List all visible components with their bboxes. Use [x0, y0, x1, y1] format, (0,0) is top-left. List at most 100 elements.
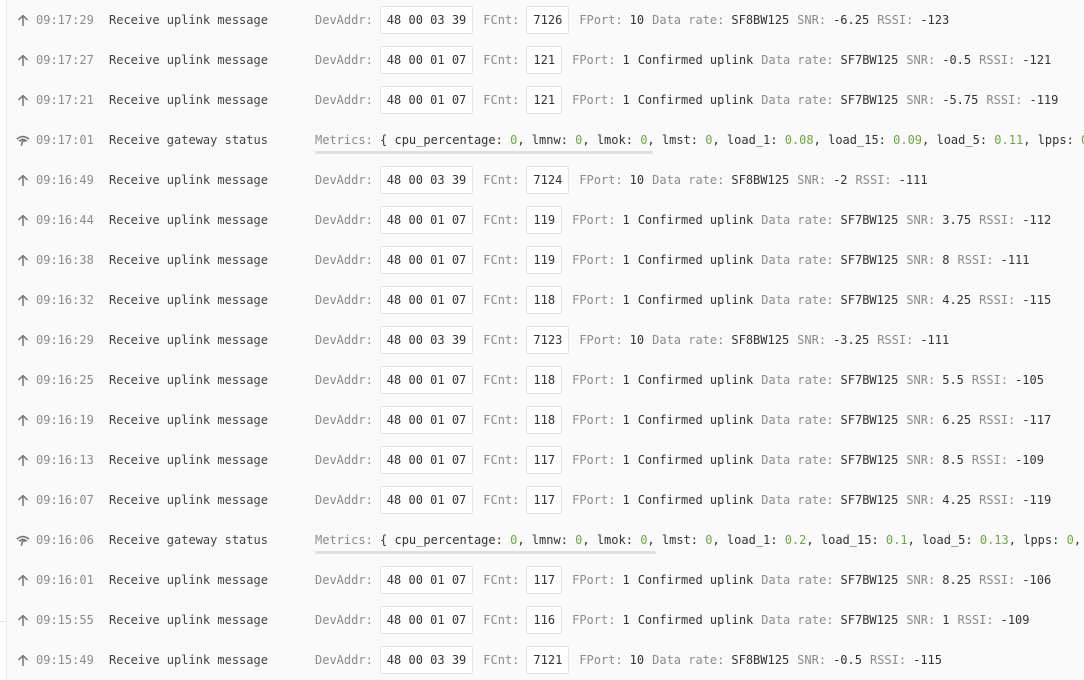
snr-label: SNR:: [797, 13, 827, 27]
devaddr-value[interactable]: 48 00 01 07: [379, 606, 474, 634]
metric-value: 0.1: [885, 533, 908, 547]
metric-key: lpps: [1023, 533, 1053, 547]
metric-key: lmnw: [531, 533, 561, 547]
event-details: DevAddr: 48 00 03 39 FCnt: 7126 FPort: 10 Data…: [315, 6, 949, 34]
fcnt-label: FCnt:: [483, 453, 520, 467]
event-time: 09:17:21: [36, 93, 94, 107]
event-time: 09:16:06: [36, 533, 94, 547]
devaddr-value[interactable]: 48 00 03 39: [379, 326, 474, 354]
fcnt-value[interactable]: 118: [526, 406, 563, 434]
devaddr-label: DevAddr:: [315, 173, 373, 187]
devaddr-label: DevAddr:: [315, 653, 373, 667]
datarate-value: SF7BW125: [840, 493, 899, 507]
fcnt-value[interactable]: 119: [526, 206, 563, 234]
rssi-value: -123: [920, 13, 950, 27]
fcnt-value[interactable]: 119: [526, 246, 563, 274]
metric-key: load_15: [820, 533, 872, 547]
metric-value: 0: [1066, 533, 1074, 547]
devaddr-value[interactable]: 48 00 01 07: [379, 406, 474, 434]
event-message: Receive uplink message: [109, 173, 268, 187]
fcnt-label: FCnt:: [483, 573, 520, 587]
rssi-value: -106: [1022, 573, 1052, 587]
devaddr-label: DevAddr:: [315, 253, 373, 267]
rssi-value: -109: [1015, 453, 1044, 467]
event-details: DevAddr: 48 00 01 07 FCnt: 119 FPort: 1 Confir…: [315, 246, 1030, 274]
fport-value: 1: [622, 213, 630, 227]
datarate-value: SF7BW125: [840, 613, 899, 627]
fcnt-value[interactable]: 118: [526, 366, 563, 394]
snr-value: -0.5: [833, 653, 862, 667]
devaddr-value[interactable]: 48 00 01 07: [379, 246, 474, 274]
horizontal-scrollbar[interactable]: [315, 551, 656, 554]
metric-value: 0: [705, 133, 713, 147]
fport-label: FPort:: [572, 373, 616, 387]
event-time: 09:16:13: [36, 453, 94, 467]
fcnt-value[interactable]: 7123: [526, 326, 570, 354]
datarate-label: Data rate:: [761, 253, 834, 267]
snr-label: SNR:: [906, 53, 936, 67]
fcnt-value[interactable]: 7121: [526, 646, 570, 674]
fport-label: FPort:: [579, 333, 623, 347]
rssi-value: -121: [1022, 53, 1052, 67]
event-details: DevAddr: 48 00 01 07 FCnt: 117 FPort: 1 Confir…: [315, 446, 1044, 474]
fcnt-value[interactable]: 121: [526, 86, 563, 114]
metric-key: load_1: [726, 133, 771, 147]
devaddr-label: DevAddr:: [315, 453, 373, 467]
devaddr-value[interactable]: 48 00 03 39: [379, 646, 474, 674]
horizontal-scrollbar[interactable]: [315, 151, 653, 154]
devaddr-value[interactable]: 48 00 01 07: [379, 446, 474, 474]
rssi-value: -119: [1022, 493, 1052, 507]
snr-label: SNR:: [906, 613, 936, 627]
fcnt-value[interactable]: 7124: [526, 166, 570, 194]
rssi-label: RSSI:: [979, 493, 1016, 507]
fport-value: 1: [622, 53, 630, 67]
devaddr-value[interactable]: 48 00 03 39: [379, 6, 474, 34]
fcnt-value[interactable]: 7126: [526, 6, 570, 34]
devaddr-value[interactable]: 48 00 01 07: [379, 366, 474, 394]
arrow-up-icon: [16, 653, 30, 667]
event-message: Receive gateway status: [109, 133, 268, 147]
fcnt-value[interactable]: 121: [526, 46, 563, 74]
fcnt-value[interactable]: 117: [526, 566, 563, 594]
fport-value: 1: [622, 573, 630, 587]
fport-value: 1: [622, 613, 630, 627]
event-details: DevAddr: 48 00 01 07 FCnt: 118 FPort: 1 Confir…: [315, 406, 1051, 434]
devaddr-value[interactable]: 48 00 01 07: [379, 566, 474, 594]
rssi-value: -105: [1015, 373, 1044, 387]
fcnt-value[interactable]: 116: [526, 606, 563, 634]
devaddr-value[interactable]: 48 00 01 07: [379, 46, 474, 74]
devaddr-value[interactable]: 48 00 01 07: [379, 206, 474, 234]
event-time: 09:16:01: [36, 573, 94, 587]
fcnt-value[interactable]: 117: [526, 486, 563, 514]
snr-value: 8.5: [942, 453, 964, 467]
devaddr-value[interactable]: 48 00 01 07: [379, 286, 474, 314]
devaddr-value[interactable]: 48 00 01 07: [379, 86, 474, 114]
metrics-block[interactable]: Metrics: { cpu_percentage: 0, lmnw: 0, l…: [315, 133, 1084, 154]
fcnt-value[interactable]: 118: [526, 286, 563, 314]
metric-value: 0: [510, 133, 518, 147]
devaddr-value[interactable]: 48 00 03 39: [379, 166, 474, 194]
arrow-up-icon: [16, 293, 30, 307]
fport-value: 10: [629, 173, 645, 187]
fport-label: FPort:: [572, 453, 616, 467]
metrics-block[interactable]: Metrics: { cpu_percentage: 0, lmnw: 0, l…: [315, 533, 1081, 554]
fcnt-label: FCnt:: [483, 93, 520, 107]
devaddr-value[interactable]: 48 00 01 07: [379, 486, 474, 514]
fport-label: FPort:: [572, 573, 616, 587]
confirmed-uplink-tag: Confirmed uplink: [637, 373, 754, 387]
confirmed-uplink-tag: Confirmed uplink: [637, 453, 754, 467]
event-message: Receive uplink message: [109, 13, 268, 27]
rssi-value: -119: [1029, 93, 1059, 107]
rssi-value: -111: [898, 173, 928, 187]
metric-value: 0: [575, 133, 583, 147]
datarate-value: SF7BW125: [840, 253, 899, 267]
event-details: Metrics: { cpu_percentage: 0, lmnw: 0, l…: [315, 533, 1081, 554]
datarate-label: Data rate:: [761, 493, 834, 507]
datarate-value: SF8BW125: [731, 333, 790, 347]
fcnt-value[interactable]: 117: [526, 446, 563, 474]
fcnt-label: FCnt:: [483, 253, 520, 267]
snr-value: 8: [942, 253, 950, 267]
datarate-label: Data rate:: [652, 173, 725, 187]
event-message: Receive uplink message: [109, 93, 268, 107]
metric-key: load_1: [726, 533, 771, 547]
